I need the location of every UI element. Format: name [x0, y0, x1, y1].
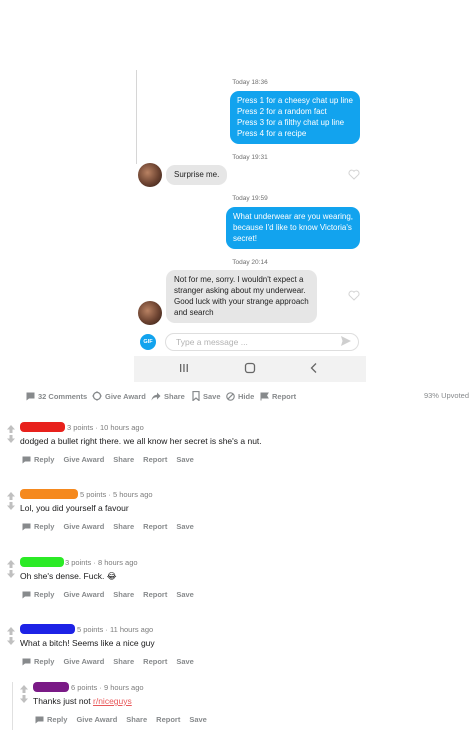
report-button[interactable]: Report [156, 715, 180, 724]
downvote-arrow-icon[interactable] [19, 694, 29, 704]
comment-actions: Reply Give Award Share Report Save [22, 657, 203, 666]
reply-button[interactable]: Reply [22, 455, 54, 464]
give-award-button[interactable]: Give Award [76, 715, 117, 724]
timestamp: Today 20:14 [232, 259, 268, 266]
redacted-username [20, 557, 64, 567]
upvote-arrow-icon[interactable] [6, 559, 16, 569]
redacted-username [20, 489, 78, 499]
back-icon[interactable] [308, 362, 320, 374]
redacted-username [20, 422, 65, 432]
share-button[interactable]: Share [113, 455, 134, 464]
gif-button[interactable]: GIF [140, 334, 156, 350]
give-award-button[interactable]: Give Award [63, 522, 104, 531]
outgoing-message: What underwear are you wearing, because … [225, 207, 360, 249]
bookmark-icon [192, 391, 200, 401]
comment-body: dodged a bullet right there. we all know… [20, 436, 262, 446]
timestamp: Today 19:31 [232, 154, 268, 161]
comment-meta: 5 points · 11 hours ago [77, 625, 154, 634]
message-composer: GIF Type a message ... [138, 332, 362, 352]
vote-controls [6, 559, 16, 579]
recent-apps-icon[interactable] [178, 362, 190, 374]
comments-count: 32 Comments [38, 391, 88, 401]
reply-button[interactable]: Reply [22, 590, 54, 599]
incoming-message: Surprise me. [166, 165, 228, 185]
downvote-arrow-icon[interactable] [6, 636, 16, 646]
downvote-arrow-icon[interactable] [6, 501, 16, 511]
share-button[interactable]: Share [126, 715, 147, 724]
reply-button[interactable]: Reply [22, 522, 54, 531]
comment-actions: Reply Give Award Share Report Save [22, 455, 203, 464]
home-icon[interactable] [244, 362, 256, 374]
report-button[interactable]: Report [143, 590, 167, 599]
comment-meta: 3 points · 8 hours ago [65, 558, 138, 567]
chat-screenshot: Today 18:36 Press 1 for a cheesy chat up… [134, 70, 366, 382]
comment-meta: 6 points · 9 hours ago [71, 683, 144, 692]
give-award-button[interactable]: Give Award [63, 657, 104, 666]
vote-controls [19, 684, 29, 704]
send-icon[interactable] [340, 335, 352, 347]
upvote-arrow-icon[interactable] [6, 491, 16, 501]
vote-controls [6, 424, 16, 444]
comment-body: Oh she's dense. Fuck. 😂 [20, 571, 117, 581]
post-action-bar: 32 Comments Give Award Share Save Hide R… [26, 389, 472, 403]
award-icon [92, 391, 102, 401]
give-award-button[interactable]: Give Award [63, 590, 104, 599]
hide-button[interactable]: Hide [226, 389, 254, 403]
timestamp: Today 19:59 [232, 195, 268, 202]
give-award-button[interactable]: Give Award [92, 389, 146, 403]
vote-controls [6, 626, 16, 646]
upvote-ratio: 93% Upvoted [423, 391, 469, 400]
comment-meta: 5 points · 5 hours ago [80, 490, 153, 499]
upvote-arrow-icon[interactable] [19, 684, 29, 694]
save-button[interactable]: Save [176, 522, 194, 531]
comment-body: Lol, you did yourself a favour [20, 503, 129, 513]
outgoing-message: Press 1 for a cheesy chat up line Press … [229, 91, 360, 144]
report-button[interactable]: Report [260, 389, 296, 403]
upvote-arrow-icon[interactable] [6, 626, 16, 636]
comment-body: Thanks just not r/niceguys [33, 696, 132, 706]
like-heart-icon[interactable] [348, 290, 360, 301]
avatar [138, 163, 162, 187]
report-button[interactable]: Report [143, 522, 167, 531]
android-nav-bar [134, 356, 366, 382]
reply-button[interactable]: Reply [22, 657, 54, 666]
save-button[interactable]: Save [189, 715, 207, 724]
vote-controls [6, 491, 16, 511]
comment-icon [26, 392, 35, 400]
incoming-message: Not for me, sorry. I wouldn't expect a s… [166, 270, 317, 323]
reply-button[interactable]: Reply [35, 715, 67, 724]
flag-icon [260, 392, 269, 400]
comments-button[interactable]: 32 Comments [26, 389, 87, 403]
give-award-button[interactable]: Give Award [63, 455, 104, 464]
save-button[interactable]: Save [176, 455, 194, 464]
share-icon [151, 392, 161, 400]
redacted-username [33, 682, 69, 692]
comment-body: What a bitch! Seems like a nice guy [20, 638, 155, 648]
redacted-username [20, 624, 75, 634]
avatar [138, 301, 162, 325]
report-button[interactable]: Report [143, 657, 167, 666]
downvote-arrow-icon[interactable] [6, 434, 16, 444]
downvote-arrow-icon[interactable] [6, 569, 16, 579]
save-button[interactable]: Save [176, 590, 194, 599]
comment-actions: Reply Give Award Share Report Save [22, 590, 203, 599]
share-button[interactable]: Share [151, 389, 185, 403]
message-input[interactable]: Type a message ... [165, 333, 359, 351]
share-button[interactable]: Share [113, 590, 134, 599]
thread-line [12, 682, 13, 730]
share-button[interactable]: Share [113, 657, 134, 666]
comment-meta: 3 points · 10 hours ago [67, 423, 144, 432]
upvote-arrow-icon[interactable] [6, 424, 16, 434]
subreddit-link[interactable]: r/niceguys [93, 696, 132, 706]
report-button[interactable]: Report [143, 455, 167, 464]
comment-actions: Reply Give Award Share Report Save [22, 522, 203, 531]
share-button[interactable]: Share [113, 522, 134, 531]
hide-icon [226, 391, 235, 401]
timestamp: Today 18:36 [232, 79, 268, 86]
save-button[interactable]: Save [192, 389, 221, 403]
comment-actions: Reply Give Award Share Report Save [35, 715, 216, 724]
save-button[interactable]: Save [176, 657, 194, 666]
like-heart-icon[interactable] [348, 169, 360, 180]
